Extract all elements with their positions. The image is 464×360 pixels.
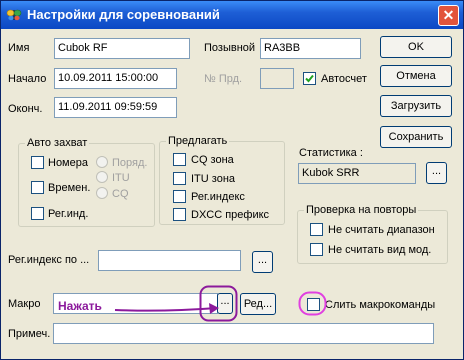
start-input[interactable]: 10.09.2011 15:00:00 (54, 68, 177, 89)
end-input[interactable]: 11.09.2011 09:59:59 (54, 97, 177, 118)
capture-numbers-checkbox[interactable] (31, 156, 44, 169)
suggest-regindex-checkbox[interactable] (173, 190, 186, 203)
dup-check-caption: Проверка на повторы (304, 204, 419, 216)
suggest-dxcc-label: DXCC префикс (191, 209, 270, 221)
radio-cq-label: CQ (112, 188, 129, 200)
radio-order (96, 156, 108, 168)
callsign-input[interactable]: RA3BB (260, 38, 361, 59)
ignore-band-checkbox[interactable] (310, 223, 323, 236)
ignore-band-label: Не считать диапазон (328, 224, 435, 236)
radio-itu-label: ITU (112, 172, 130, 184)
suggest-cq-zone-checkbox[interactable] (173, 153, 186, 166)
title-bar[interactable]: Настройки для соревнований ✕ (1, 1, 463, 29)
merge-macros-label: Слить макрокоманды (325, 299, 436, 311)
note-label: Примеч. (8, 328, 51, 340)
regindex-input[interactable] (98, 250, 241, 271)
close-icon: ✕ (442, 7, 455, 23)
capture-numbers-label: Номера (48, 157, 88, 169)
suggest-regindex-label: Рег.индекс (191, 191, 245, 203)
settings-dialog: Настройки для соревнований ✕ Имя Cubok R… (0, 0, 464, 360)
annotation-press-text: Нажать (58, 299, 102, 313)
radio-cq (96, 187, 108, 199)
capture-regind-checkbox[interactable] (31, 207, 44, 220)
save-button[interactable]: Сохранить (380, 126, 452, 148)
capture-regind-label: Рег.инд. (48, 208, 89, 220)
suggest-caption: Предлагать (166, 135, 230, 147)
suggest-dxcc-checkbox[interactable] (173, 208, 186, 221)
window-title: Настройки для соревнований (27, 7, 220, 22)
ignore-mode-label: Не считать вид мод. (328, 244, 432, 256)
prd-label: № Прд. (204, 73, 243, 85)
note-input[interactable] (53, 323, 434, 344)
autocount-checkbox[interactable] (303, 72, 316, 85)
end-label: Оконч. (8, 103, 43, 115)
suggest-itu-zone-label: ITU зона (191, 173, 236, 185)
statistics-label: Статистика : (299, 147, 363, 159)
checkmark-icon (305, 74, 314, 83)
close-button[interactable]: ✕ (438, 5, 459, 26)
capture-time-label: Времен. (48, 182, 91, 194)
name-input[interactable]: Cubok RF (54, 38, 190, 59)
start-label: Начало (8, 73, 47, 85)
suggest-itu-zone-checkbox[interactable] (173, 172, 186, 185)
butterfly-app-icon (6, 9, 22, 21)
annotation-circle-merge (298, 291, 327, 316)
capture-time-checkbox[interactable] (31, 181, 44, 194)
autocount-label: Автосчет (321, 73, 367, 85)
suggest-cq-zone-label: CQ зона (191, 154, 234, 166)
name-label: Имя (8, 42, 30, 54)
cancel-button[interactable]: Отмена (380, 65, 452, 87)
macro-label: Макро (8, 298, 41, 310)
ignore-mode-checkbox[interactable] (310, 243, 323, 256)
radio-order-label: Поряд. (112, 157, 148, 169)
prd-input (260, 68, 294, 89)
macro-edit-button[interactable]: Ред... (240, 293, 276, 315)
load-button[interactable]: Загрузить (380, 95, 452, 117)
regindex-browse-button[interactable]: ... (252, 251, 273, 273)
auto-capture-caption: Авто захват (25, 137, 90, 149)
regindex-label: Рег.индекс по ... (8, 254, 90, 266)
callsign-label: Позывной (204, 42, 256, 54)
annotation-circle-browse (199, 285, 238, 322)
statistics-browse-button[interactable]: ... (426, 162, 447, 184)
radio-itu (96, 171, 108, 183)
statistics-field: Kubok SRR (298, 163, 416, 184)
ok-button[interactable]: OK (380, 36, 452, 58)
